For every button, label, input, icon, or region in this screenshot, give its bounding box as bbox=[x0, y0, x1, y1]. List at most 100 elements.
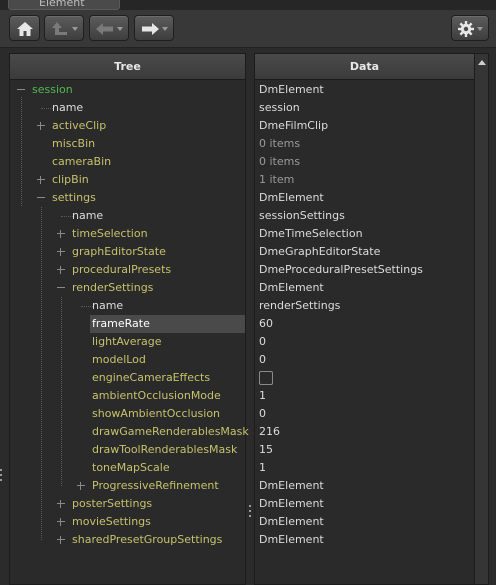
settings-button[interactable] bbox=[451, 15, 489, 41]
window-title-tab[interactable]: Element Viewer bbox=[8, 0, 120, 22]
tree-label: session bbox=[32, 83, 73, 96]
home-button[interactable] bbox=[9, 15, 40, 41]
tree-label: name bbox=[92, 299, 124, 312]
tree-label: name bbox=[72, 209, 104, 222]
arrow-up-icon bbox=[52, 22, 67, 35]
tree-row-showambientocclusion[interactable]: showAmbientOcclusion bbox=[10, 405, 245, 423]
tree-label: cameraBin bbox=[52, 155, 112, 168]
tree-row-name[interactable]: name bbox=[10, 297, 245, 315]
tree-row-moviesettings[interactable]: movieSettings bbox=[10, 513, 245, 531]
tree-label: lightAverage bbox=[92, 335, 162, 348]
scroll-up-icon[interactable] bbox=[478, 60, 486, 65]
tree-row-activeclip[interactable]: activeClip bbox=[10, 117, 245, 135]
dock-resize-handle[interactable] bbox=[0, 469, 3, 483]
data-cell[interactable]: 15 bbox=[259, 441, 474, 459]
data-cell[interactable]: 1 bbox=[259, 459, 474, 477]
tree-row-drawtoolrenderablesmask[interactable]: drawToolRenderablesMask bbox=[10, 441, 245, 459]
tree-label: graphEditorState bbox=[72, 245, 166, 258]
data-cell[interactable]: session bbox=[259, 99, 474, 117]
expand-icon[interactable] bbox=[77, 482, 85, 490]
data-cell[interactable]: DmElement bbox=[259, 81, 474, 99]
tree-row-grapheditorstate[interactable]: graphEditorState bbox=[10, 243, 245, 261]
data-cell[interactable]: renderSettings bbox=[259, 297, 474, 315]
tree-label: timeSelection bbox=[72, 227, 148, 240]
tree-row-framerate[interactable]: frameRate bbox=[90, 315, 245, 333]
tree-label: clipBin bbox=[52, 173, 89, 186]
engine-camera-effects-checkbox[interactable] bbox=[259, 371, 273, 385]
tree-column-header[interactable]: Tree bbox=[10, 54, 245, 80]
data-cell[interactable]: 0 bbox=[259, 405, 474, 423]
tree-row-camerabin[interactable]: cameraBin bbox=[10, 153, 245, 171]
collapse-icon[interactable] bbox=[37, 194, 45, 202]
tree-row-settings[interactable]: settings bbox=[10, 189, 245, 207]
arrow-right-icon bbox=[142, 23, 159, 35]
tree-row-miscbin[interactable]: miscBin bbox=[10, 135, 245, 153]
tree-row-tonemapscale[interactable]: toneMapScale bbox=[10, 459, 245, 477]
tree-row-lightaverage[interactable]: lightAverage bbox=[10, 333, 245, 351]
vertical-scrollbar[interactable] bbox=[474, 54, 488, 584]
back-button[interactable] bbox=[89, 15, 129, 41]
tree-row-progressiverefinement[interactable]: ProgressiveRefinement bbox=[10, 477, 245, 495]
forward-button[interactable] bbox=[134, 15, 174, 41]
data-cell[interactable]: DmElement bbox=[259, 279, 474, 297]
tree-label: ambientOcclusionMode bbox=[92, 389, 221, 402]
data-cell[interactable]: 1 item bbox=[259, 171, 474, 189]
tree-row-session[interactable]: session bbox=[10, 81, 245, 99]
data-cell[interactable]: 0 bbox=[259, 351, 474, 369]
data-cell[interactable]: 1 bbox=[259, 387, 474, 405]
expand-icon[interactable] bbox=[37, 176, 45, 184]
data-cell[interactable]: 216 bbox=[259, 423, 474, 441]
data-column-header[interactable]: Data bbox=[255, 54, 474, 80]
data-cell[interactable]: DmeGraphEditorState bbox=[259, 243, 474, 261]
tree-label: toneMapScale bbox=[92, 461, 170, 474]
tree-label: proceduralPresets bbox=[72, 263, 172, 276]
tree-label: posterSettings bbox=[72, 497, 153, 510]
tree-row-clipbin[interactable]: clipBin bbox=[10, 171, 245, 189]
tree-row-proceduralpresets[interactable]: proceduralPresets bbox=[10, 261, 245, 279]
up-button[interactable] bbox=[44, 15, 84, 41]
tree-label: drawToolRenderablesMask bbox=[92, 443, 238, 456]
collapse-icon[interactable] bbox=[17, 86, 25, 94]
data-cell[interactable]: DmeTimeSelection bbox=[259, 225, 474, 243]
data-cell[interactable]: DmElement bbox=[259, 477, 474, 495]
data-cell[interactable]: 0 bbox=[259, 333, 474, 351]
data-cell[interactable]: sessionSettings bbox=[259, 207, 474, 225]
tree-row-ambientocclusionmode[interactable]: ambientOcclusionMode bbox=[10, 387, 245, 405]
expand-icon[interactable] bbox=[57, 230, 65, 238]
data-cell[interactable]: DmElement bbox=[259, 513, 474, 531]
data-cell[interactable]: DmeProceduralPresetSettings bbox=[259, 261, 474, 279]
tree-label: sharedPresetGroupSettings bbox=[72, 533, 223, 546]
panel-splitter-handle[interactable] bbox=[248, 505, 251, 521]
data-cell[interactable]: DmElement bbox=[259, 531, 474, 549]
data-cell[interactable]: DmElement bbox=[259, 189, 474, 207]
tree-label: modelLod bbox=[92, 353, 146, 366]
tree-row-name[interactable]: name bbox=[10, 99, 245, 117]
expand-icon[interactable] bbox=[57, 266, 65, 274]
data-cell[interactable]: 60 bbox=[259, 315, 474, 333]
collapse-icon[interactable] bbox=[57, 284, 65, 292]
home-icon bbox=[17, 22, 33, 36]
data-cell[interactable]: DmElement bbox=[259, 495, 474, 513]
tree-label: activeClip bbox=[52, 119, 107, 132]
tree-row-enginecameraeffects[interactable]: engineCameraEffects bbox=[10, 369, 245, 387]
tree-row-modellod[interactable]: modelLod bbox=[10, 351, 245, 369]
tree-row-timeselection[interactable]: timeSelection bbox=[10, 225, 245, 243]
tree-row-rendersettings[interactable]: renderSettings bbox=[10, 279, 245, 297]
expand-icon[interactable] bbox=[57, 536, 65, 544]
data-cell[interactable]: DmeFilmClip bbox=[259, 117, 474, 135]
data-cell[interactable]: 0 items bbox=[259, 135, 474, 153]
tree-row-sharedpresetgroupsettings[interactable]: sharedPresetGroupSettings bbox=[10, 531, 245, 549]
expand-icon[interactable] bbox=[57, 500, 65, 508]
tree-row-drawgamerenderablesmask[interactable]: drawGameRenderablesMask bbox=[10, 423, 249, 441]
tree-label: engineCameraEffects bbox=[92, 371, 211, 384]
expand-icon[interactable] bbox=[37, 122, 45, 130]
tree-row-name[interactable]: name bbox=[10, 207, 245, 225]
tree-label: frameRate bbox=[92, 317, 150, 330]
expand-icon[interactable] bbox=[57, 518, 65, 526]
arrow-left-icon bbox=[96, 23, 113, 35]
expand-icon[interactable] bbox=[57, 248, 65, 256]
tree-label: settings bbox=[52, 191, 96, 204]
tree-row-postersettings[interactable]: posterSettings bbox=[10, 495, 245, 513]
data-cell[interactable]: 0 items bbox=[259, 153, 474, 171]
chevron-down-icon bbox=[477, 27, 483, 31]
